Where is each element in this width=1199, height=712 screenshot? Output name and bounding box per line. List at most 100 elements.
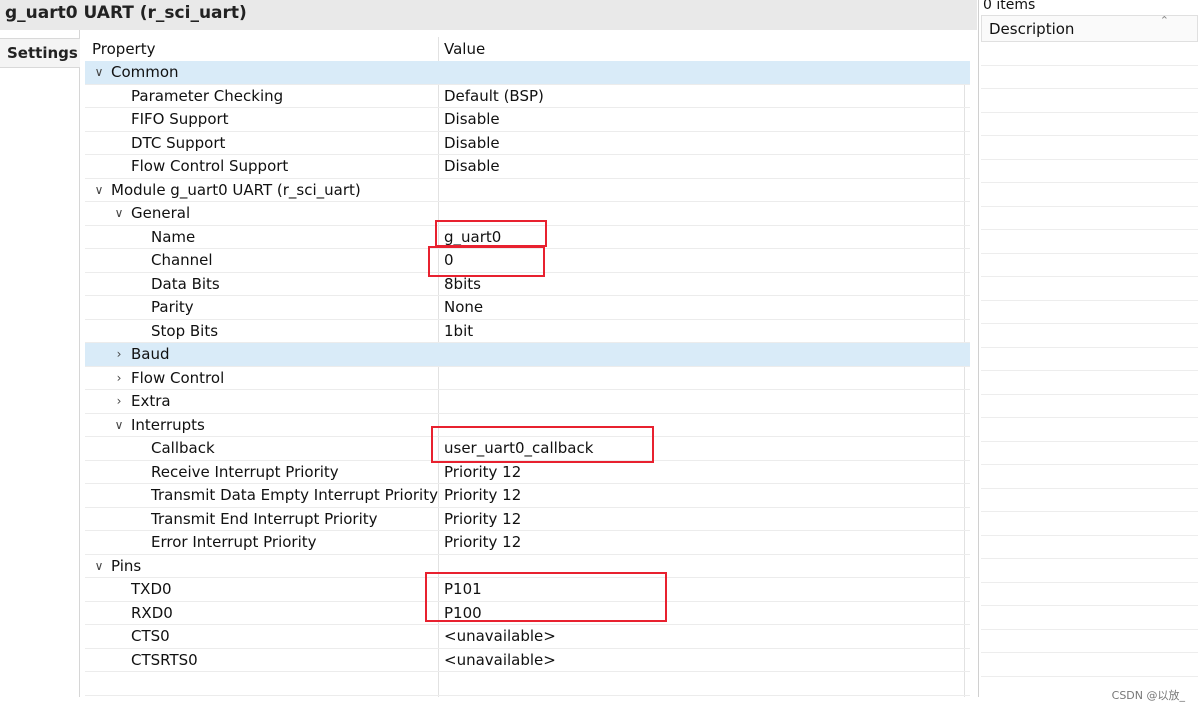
description-row [981,183,1198,207]
property-label-text: Pins [111,556,142,575]
column-header-value[interactable]: Value [444,40,485,58]
property-row[interactable]: Data Bits 8bits [85,273,970,296]
description-row [981,512,1198,536]
property-row[interactable]: ∨ Interrupts [85,414,970,437]
description-column-header[interactable]: Description ⌃ [981,14,1198,42]
property-row[interactable]: Transmit End Interrupt Priority Priority … [85,508,970,531]
property-row[interactable]: FIFO Support Disable [85,108,970,132]
property-row[interactable]: Callback user_uart0_callback [85,437,970,461]
property-row[interactable]: › Extra [85,390,970,414]
property-row[interactable]: ∨ General [85,202,970,226]
chevron-down-icon[interactable]: ∨ [92,183,106,197]
tab-settings[interactable]: Settings [0,38,80,68]
chevron-down-icon[interactable]: ∨ [112,206,126,220]
description-row [981,465,1198,489]
property-label: ∨ Pins [92,556,142,575]
property-label-text: Parameter Checking [131,86,284,105]
editor-title: g_uart0 UART (r_sci_uart) [5,3,247,23]
property-value[interactable]: <unavailable> [444,627,556,645]
property-row[interactable]: Receive Interrupt Priority Priority 12 [85,461,970,484]
description-row [981,42,1198,66]
description-row [981,395,1198,418]
property-row[interactable]: › Baud [85,343,970,367]
property-value[interactable]: Disable [444,157,500,175]
description-row [981,66,1198,89]
property-value[interactable]: <unavailable> [444,651,556,669]
property-row[interactable]: DTC Support Disable [85,132,970,155]
description-row [981,606,1198,630]
property-row[interactable]: RXD0 P100 [85,602,970,625]
property-label: DTC Support [131,134,225,152]
property-value[interactable]: g_uart0 [444,228,501,246]
chevron-down-icon[interactable]: ∨ [92,65,106,79]
property-label-text: Interrupts [131,415,205,434]
sort-ascending-icon[interactable]: ⌃ [1160,14,1169,27]
description-panel: 0 items Description ⌃ [978,0,1199,697]
property-label: Callback [151,439,215,457]
property-label-text: Error Interrupt Priority [151,533,317,551]
property-label-text: Data Bits [151,274,220,293]
description-row [981,89,1198,113]
description-row [981,559,1198,583]
property-label-text: Flow Control [131,368,225,387]
description-row [981,536,1198,559]
property-row[interactable]: ∨ Common [85,61,970,85]
property-row[interactable]: CTS0 <unavailable> [85,625,970,649]
property-label: CTS0 [131,627,170,645]
property-label-text: CTS0 [131,627,170,645]
property-row[interactable]: Parity None [85,296,970,320]
property-row[interactable]: Stop Bits 1bit [85,320,970,343]
property-row[interactable]: ∨ Module g_uart0 UART (r_sci_uart) [85,179,970,202]
property-label-text: Parity [151,298,194,316]
property-value[interactable]: P101 [444,580,482,598]
property-label: Stop Bits [151,322,218,340]
items-count: 0 items [983,0,1036,13]
property-value[interactable]: Disable [444,110,500,128]
column-header-property[interactable]: Property [92,40,155,58]
property-value[interactable]: Priority 12 [444,463,521,481]
chevron-right-icon[interactable]: › [112,371,126,385]
property-label: Error Interrupt Priority [151,533,317,551]
property-label-text: Flow Control Support [131,157,289,175]
description-row [981,418,1198,442]
chevron-right-icon[interactable]: › [112,347,126,361]
property-row[interactable]: Name g_uart0 [85,226,970,249]
property-row[interactable]: Transmit Data Empty Interrupt Priority Pr… [85,484,970,508]
property-value[interactable]: 8bits [444,275,481,293]
chevron-right-icon[interactable]: › [112,394,126,408]
property-value[interactable]: 0 [444,251,454,269]
description-row [981,583,1198,606]
property-label: Channel [151,251,213,269]
description-row [981,324,1198,348]
property-row[interactable]: Parameter Checking Default (BSP) [85,85,970,108]
description-row [981,348,1198,371]
property-row[interactable]: › Flow Control [85,367,970,390]
property-row[interactable]: ∨ Pins [85,555,970,578]
property-value[interactable]: 1bit [444,322,473,340]
property-row[interactable]: TXD0 P101 [85,578,970,602]
property-label: Data Bits [151,275,220,293]
property-value[interactable]: Default (BSP) [444,87,544,105]
property-label: › Extra [112,392,171,410]
property-row[interactable]: CTSRTS0 <unavailable> [85,649,970,672]
property-value[interactable]: None [444,298,483,316]
chevron-down-icon[interactable]: ∨ [92,559,106,573]
property-label-text: CTSRTS0 [131,650,198,669]
property-label-text: Transmit Data Empty Interrupt Priority [151,486,438,504]
property-value[interactable]: Priority 12 [444,486,521,504]
property-label-text: TXD0 [131,580,172,598]
property-rows: ∨ Common Parameter Checking Default (BSP) FI… [85,61,970,696]
property-value[interactable]: P100 [444,604,482,622]
property-row[interactable]: Error Interrupt Priority Priority 12 [85,531,970,555]
property-value[interactable]: user_uart0_callback [444,439,593,457]
property-row[interactable]: Flow Control Support Disable [85,155,970,179]
chevron-down-icon[interactable]: ∨ [112,418,126,432]
property-label-text: Module g_uart0 UART (r_sci_uart) [111,180,361,199]
property-value[interactable]: Disable [444,134,500,152]
property-row[interactable]: Channel 0 [85,249,970,273]
property-label: ∨ General [112,204,191,222]
property-value[interactable]: Priority 12 [444,510,521,528]
property-label: Flow Control Support [131,157,288,175]
property-value[interactable]: Priority 12 [444,533,521,551]
property-label-text: Common [111,63,179,81]
